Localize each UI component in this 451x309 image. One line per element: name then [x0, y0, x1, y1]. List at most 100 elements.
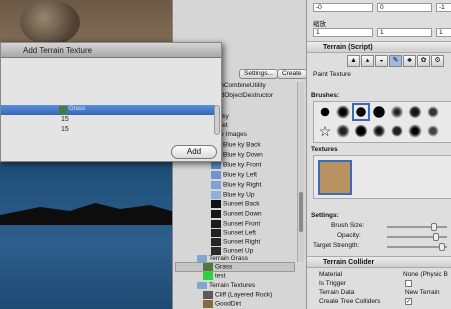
raise-tool-icon[interactable]: ▲	[347, 55, 360, 67]
item-label: Cliff (Layered Rock)	[215, 291, 273, 299]
texture-thumb-icon	[211, 210, 221, 218]
item-label: Sunset Down	[223, 210, 262, 218]
texture-palette	[313, 155, 451, 199]
scene-rock	[20, 0, 80, 45]
list-item-gooddirt[interactable]: GoodDirt	[203, 300, 241, 309]
item-label: Sunset Left	[223, 229, 256, 237]
brush-9-icon[interactable]	[354, 124, 368, 138]
is-trigger-checkbox[interactable]	[405, 280, 412, 287]
brush-8-icon[interactable]	[336, 124, 350, 138]
is-trigger-label: Is Trigger	[319, 280, 347, 287]
list-item[interactable]: edObjectDestructor	[217, 92, 273, 102]
brushes-label: Brushes:	[311, 92, 340, 99]
target-strength-label: Target Strength:	[313, 242, 360, 249]
brush-5-icon[interactable]	[390, 105, 404, 119]
scale-label: 缩放	[313, 21, 326, 28]
brush-12-icon[interactable]	[408, 124, 422, 138]
list-item[interactable]: Blue ky Front	[211, 161, 261, 171]
texture-thumb-icon	[211, 181, 221, 189]
texture-thumb-icon	[203, 300, 213, 308]
item-label: Sunset Right	[223, 238, 261, 246]
list-item-test[interactable]: test	[203, 272, 225, 282]
terrain-collider-header[interactable]: Terrain Collider	[307, 256, 451, 268]
slider-knob[interactable]	[439, 243, 445, 251]
item-label: Blue ky Up	[223, 191, 255, 199]
brush-6-icon[interactable]	[408, 105, 422, 119]
brush-size-slider[interactable]	[387, 223, 447, 231]
texture-thumb-icon	[211, 161, 221, 169]
item-label: Blue ky Down	[223, 151, 263, 159]
brush-11-icon[interactable]	[390, 124, 404, 138]
list-item[interactable]: Sunset Back	[211, 200, 260, 210]
item-label: Blue ky Left	[223, 171, 257, 179]
scale-z-field[interactable]: 1	[436, 28, 451, 37]
terrain-collider-label: Terrain Collider	[323, 259, 375, 266]
selected-texture-label: Grass	[69, 106, 86, 112]
list-item[interactable]: Sunset Down	[211, 210, 262, 220]
terrain-script-header[interactable]: Terrain (Script)	[307, 41, 451, 53]
texture-thumb-icon	[211, 247, 221, 255]
texture-thumb-icon	[211, 171, 221, 179]
settings-button[interactable]: Settings...	[239, 69, 278, 79]
dialog-scrollbar[interactable]	[214, 105, 220, 135]
brush-10-icon[interactable]	[372, 124, 386, 138]
terrain-tool-bar: ▲ ▴ ◒ ✎ ♣ ✿ ⚙	[347, 55, 451, 67]
item-label: Blue ky Right	[223, 181, 262, 189]
place-trees-tool-icon[interactable]: ♣	[403, 55, 416, 67]
tile-size-x-value[interactable]: 15	[61, 116, 69, 123]
scrollbar-thumb[interactable]	[299, 192, 303, 232]
paint-height-tool-icon[interactable]: ▴	[361, 55, 374, 67]
list-item[interactable]: Blue ky Right	[211, 181, 261, 191]
target-strength-slider[interactable]	[387, 243, 447, 251]
slider-knob[interactable]	[433, 233, 439, 241]
brush-3-selected-icon[interactable]	[352, 103, 370, 121]
terrain-texture-thumb[interactable]	[318, 160, 352, 195]
texture-thumb-icon	[211, 191, 221, 199]
inspector-panel: -0 0 -1 缩放 1 1 1 Terrain (Script) ▲ ▴ ◒ …	[306, 0, 451, 309]
scale-y-field[interactable]: 1	[377, 28, 432, 37]
terrain-data-value[interactable]: New Terrain	[405, 289, 440, 296]
texture-thumb-icon	[211, 220, 221, 228]
paint-texture-tool-icon[interactable]: ✎	[389, 55, 402, 67]
add-terrain-texture-dialog: Add Terrain Texture Grass 15 15 Add	[0, 42, 222, 162]
texture-thumb-icon	[211, 200, 221, 208]
selected-row-highlight	[175, 262, 295, 272]
item-label: Blue ky Front	[223, 161, 262, 169]
position-y-field[interactable]: 0	[377, 3, 432, 12]
brush-size-label: Brush Size:	[331, 222, 365, 229]
texture-thumb-icon	[203, 272, 213, 280]
tile-size-y-value[interactable]: 15	[61, 126, 69, 133]
brush-4-icon[interactable]	[372, 105, 386, 119]
list-item[interactable]: shCombineUtility	[217, 82, 266, 92]
brush-1-icon[interactable]	[318, 105, 332, 119]
folder-icon	[197, 282, 207, 289]
texture-thumb-icon	[203, 263, 213, 271]
position-z-field[interactable]: -1	[436, 3, 451, 12]
opacity-slider[interactable]	[387, 233, 447, 241]
scale-x-field[interactable]: 1	[313, 28, 373, 37]
paint-details-tool-icon[interactable]: ✿	[417, 55, 430, 67]
brush-palette: ☆	[313, 101, 451, 143]
position-x-field[interactable]: -0	[313, 3, 373, 12]
project-scrollbar[interactable]	[297, 82, 304, 262]
brush-13-icon[interactable]	[426, 124, 440, 138]
create-button[interactable]: Create	[277, 69, 307, 79]
brush-star-icon[interactable]: ☆	[318, 124, 332, 138]
terrain-settings-tool-icon[interactable]: ⚙	[431, 55, 444, 67]
brush-7-icon[interactable]	[426, 105, 440, 119]
texture-thumb-icon	[211, 229, 221, 237]
item-label: Blue ky Back	[223, 141, 261, 149]
paint-texture-label: Paint Texture	[313, 71, 351, 78]
item-label: Grass	[215, 263, 233, 271]
list-item[interactable]: Blue ky Left	[211, 171, 257, 181]
material-value[interactable]: None (Physic B	[403, 271, 448, 278]
brush-2-icon[interactable]	[336, 105, 350, 119]
texture-select[interactable]: Grass	[1, 105, 215, 115]
create-tree-colliders-checkbox[interactable]: ✓	[405, 298, 412, 305]
slider-knob[interactable]	[431, 223, 437, 231]
item-label: Sunset Back	[223, 200, 260, 208]
add-button[interactable]: Add	[171, 145, 217, 159]
smooth-tool-icon[interactable]: ◒	[375, 55, 388, 67]
texture-thumb-icon	[203, 291, 213, 299]
texture-thumb-icon	[211, 238, 221, 246]
